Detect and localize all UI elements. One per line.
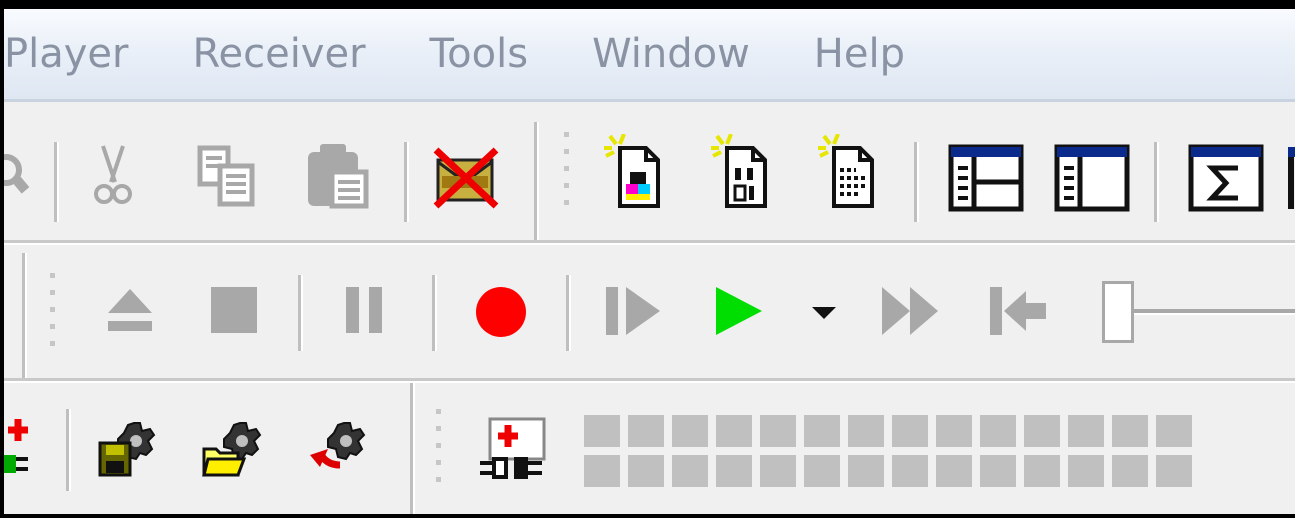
- copy-icon[interactable]: [194, 144, 260, 210]
- cut-icon[interactable]: [89, 142, 137, 212]
- menu-bar: Player Receiver Tools Window Help: [4, 9, 1295, 102]
- config-toolbar: [4, 383, 1295, 514]
- window-frame-top: [0, 0, 1295, 9]
- toolbar-separator: [298, 275, 303, 351]
- toolbar-separator: [66, 409, 71, 491]
- indicator-cell: [804, 455, 840, 487]
- revert-config-icon[interactable]: [306, 419, 372, 479]
- indicator-cell: [1024, 415, 1060, 447]
- toolbar-separator: [534, 122, 539, 242]
- rewind-to-start-icon[interactable]: [988, 285, 1050, 337]
- window-frame-bottom: [0, 514, 1295, 518]
- indicator-cell: [892, 415, 928, 447]
- fast-forward-icon[interactable]: [880, 285, 942, 337]
- indicator-cell: [760, 415, 796, 447]
- indicator-grid: [584, 415, 1214, 491]
- indicator-cell: [628, 415, 664, 447]
- sum-icon[interactable]: [1188, 144, 1264, 212]
- eject-icon[interactable]: [104, 285, 156, 335]
- edit-toolbar: [4, 102, 1295, 242]
- indicator-cell: [1112, 415, 1148, 447]
- indicator-cell: [1068, 415, 1104, 447]
- split-view-icon[interactable]: [948, 144, 1024, 212]
- paste-icon[interactable]: [302, 142, 372, 212]
- play-options-dropdown-icon[interactable]: [810, 305, 838, 321]
- toolbar-grip[interactable]: [436, 409, 442, 494]
- indicator-cell: [584, 455, 620, 487]
- indicator-cell: [716, 455, 752, 487]
- volume-slider-track-highlight: [1134, 313, 1295, 315]
- stop-icon[interactable]: [209, 285, 259, 335]
- record-icon[interactable]: [474, 285, 528, 339]
- pause-icon[interactable]: [344, 285, 384, 335]
- add-plugin-icon[interactable]: [4, 417, 34, 481]
- toolbar-separator: [566, 275, 571, 351]
- side-panel-icon[interactable]: [1054, 144, 1130, 212]
- indicator-cell: [892, 455, 928, 487]
- menu-receiver[interactable]: Receiver: [192, 34, 365, 74]
- indicator-cell: [716, 415, 752, 447]
- indicator-cell: [584, 415, 620, 447]
- open-config-icon[interactable]: [202, 419, 268, 479]
- toolbar-separator: [914, 142, 919, 222]
- menu-tools[interactable]: Tools: [430, 34, 529, 74]
- volume-slider-thumb[interactable]: [1102, 281, 1134, 343]
- indicator-cell: [672, 415, 708, 447]
- indicator-cell: [980, 455, 1016, 487]
- toolbar-separator: [404, 142, 409, 222]
- indicator-cell: [1156, 455, 1192, 487]
- toolbar-separator: [432, 275, 437, 351]
- indicator-cell: [628, 455, 664, 487]
- indicator-cell: [980, 415, 1016, 447]
- window-icon[interactable]: [1288, 144, 1295, 212]
- indicator-cell: [760, 455, 796, 487]
- indicator-cell: [1156, 415, 1192, 447]
- delete-icon[interactable]: [432, 142, 502, 212]
- save-config-icon[interactable]: [96, 419, 162, 479]
- toolbar-separator: [54, 142, 59, 222]
- indicator-cell: [848, 415, 884, 447]
- indicator-cell: [1024, 455, 1060, 487]
- menu-window[interactable]: Window: [592, 34, 750, 74]
- toolbar-separator: [1154, 142, 1159, 222]
- new-binary-file-icon[interactable]: [709, 134, 773, 210]
- new-text-file-icon[interactable]: [816, 134, 880, 210]
- indicator-cell: [848, 455, 884, 487]
- toolbar-grip[interactable]: [50, 273, 56, 358]
- indicator-cell: [1068, 455, 1104, 487]
- indicator-cell: [672, 455, 708, 487]
- indicator-cell: [1112, 455, 1148, 487]
- find-icon[interactable]: [4, 142, 32, 202]
- indicator-cell: [936, 415, 972, 447]
- menu-help[interactable]: Help: [814, 34, 905, 74]
- toolbar-grip[interactable]: [564, 132, 570, 217]
- menu-player[interactable]: Player: [4, 34, 128, 74]
- indicator-cell: [804, 415, 840, 447]
- indicator-cell: [936, 455, 972, 487]
- player-toolbar: [4, 245, 1295, 380]
- step-icon[interactable]: [604, 285, 664, 337]
- new-image-file-icon[interactable]: [602, 134, 666, 210]
- play-icon[interactable]: [712, 285, 764, 337]
- add-device-icon[interactable]: [478, 417, 550, 481]
- toolbar-separator: [22, 253, 27, 378]
- toolbar-separator: [410, 383, 415, 514]
